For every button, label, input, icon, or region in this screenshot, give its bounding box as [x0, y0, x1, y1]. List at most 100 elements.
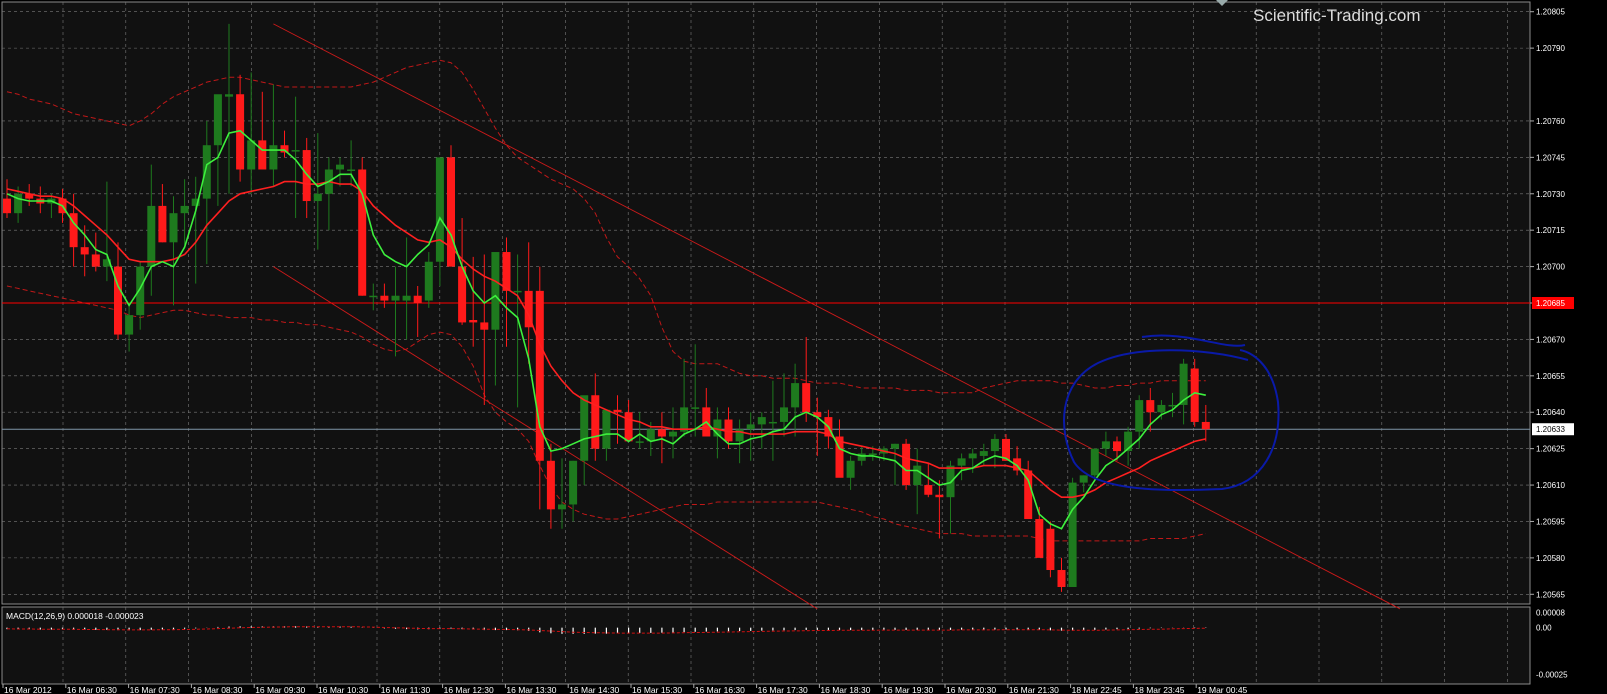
candle-body — [491, 252, 500, 330]
candle-body — [369, 295, 378, 298]
candle[interactable] — [1068, 477, 1077, 588]
candle-body — [990, 438, 999, 452]
time-tick-label: 16 Mar 11:30 — [381, 685, 431, 694]
macd-tick-label: 0.00 — [1536, 624, 1552, 633]
candle-body — [1090, 448, 1099, 476]
candle-body — [147, 205, 156, 267]
candle-body — [868, 453, 877, 455]
time-tick-label: 16 Mar 20:30 — [946, 685, 996, 694]
candle-body — [247, 140, 256, 170]
candle-body — [979, 451, 988, 456]
price-tick-label: 1.20715 — [1536, 226, 1565, 235]
candle-body — [435, 157, 444, 262]
candle-body — [935, 494, 944, 498]
candle-body — [624, 412, 633, 442]
price-tick-label: 1.20730 — [1536, 190, 1565, 199]
price-tick-label: 1.20670 — [1536, 335, 1565, 344]
candle-body — [1135, 400, 1144, 432]
candle-body — [469, 319, 478, 323]
candle[interactable] — [902, 438, 911, 490]
time-tick-label: 16 Mar 07:30 — [130, 685, 180, 694]
candle-body — [280, 145, 289, 153]
candle-body — [1079, 475, 1088, 483]
time-tick-label: 16 Mar 2012 — [4, 685, 52, 694]
candle-body — [968, 453, 977, 459]
candle-body — [602, 409, 611, 449]
candle-body — [569, 460, 578, 505]
chart-window: 1.20805 1.20790 1.20760 1.20745 1.20730 1.207… — [0, 0, 1607, 694]
candle-body — [768, 421, 777, 424]
candle-body — [91, 254, 100, 267]
candle-body — [846, 460, 855, 478]
time-tick-label: 16 Mar 10:30 — [318, 685, 368, 694]
candle-body — [691, 407, 700, 409]
candle-body — [558, 504, 566, 510]
candle-body — [402, 295, 411, 301]
candle-body — [1101, 441, 1110, 449]
candle-body — [502, 252, 511, 291]
time-tick-label: 16 Mar 06:30 — [67, 685, 117, 694]
candle-body — [1068, 482, 1077, 588]
candle-body — [336, 164, 344, 170]
candle-body — [535, 290, 544, 461]
candle-body — [213, 94, 222, 146]
candle-body — [1057, 570, 1066, 588]
candle-body — [136, 266, 145, 316]
candle-body — [291, 150, 300, 152]
time-tick-label: 16 Mar 09:30 — [255, 685, 305, 694]
candle-body — [635, 441, 644, 443]
candle-body — [902, 443, 911, 486]
candle-body — [180, 205, 189, 214]
candle-body — [669, 431, 677, 437]
time-tick-label: 16 Mar 18:30 — [820, 685, 870, 694]
price-marker-label: 1.20633 — [1536, 425, 1565, 434]
candle[interactable] — [1046, 521, 1055, 578]
price-tick-label: 1.20700 — [1536, 263, 1565, 272]
time-tick-label: 16 Mar 08:30 — [192, 685, 242, 694]
candle[interactable] — [358, 157, 367, 296]
candle-body — [757, 417, 766, 425]
candle-body — [3, 198, 11, 214]
candle-body — [80, 247, 89, 255]
macd-tick-label: -0.00025 — [1536, 671, 1568, 680]
candle-body — [913, 465, 922, 486]
time-tick-label: 16 Mar 16:30 — [695, 685, 745, 694]
candle-body — [1035, 519, 1044, 558]
candle-body — [1113, 441, 1121, 452]
price-tick-label: 1.20580 — [1536, 554, 1565, 563]
candle-body — [225, 94, 233, 97]
price-tick-label: 1.20655 — [1536, 372, 1565, 381]
candle-body — [657, 429, 666, 437]
candle-body — [802, 383, 811, 413]
candle-body — [746, 424, 755, 430]
candle-body — [413, 295, 422, 303]
candle-body — [258, 140, 267, 170]
candle-body — [924, 485, 933, 495]
price-tick-label: 1.20805 — [1536, 8, 1565, 17]
candle-body — [202, 145, 211, 199]
watermark: Scientific-Trading.com — [1253, 6, 1421, 25]
candle-body — [780, 407, 788, 422]
candle-body — [391, 295, 400, 301]
candle-body — [613, 409, 622, 413]
time-tick-label: 16 Mar 21:30 — [1009, 685, 1059, 694]
macd-pane[interactable] — [1, 606, 1531, 685]
candle-body — [1201, 421, 1210, 430]
candle-body — [347, 169, 356, 171]
candle-body — [302, 150, 311, 202]
candle-body — [269, 145, 278, 170]
price-tick-label: 1.20760 — [1536, 117, 1565, 126]
candle-body — [946, 465, 955, 498]
macd-label: MACD(12,26,9) 0.000018 -0.000023 — [6, 611, 144, 621]
candle-body — [313, 193, 322, 202]
time-tick-label: 16 Mar 14:30 — [569, 685, 619, 694]
price-tick-label: 1.20565 — [1536, 590, 1565, 599]
time-tick-label: 16 Mar 17:30 — [758, 685, 808, 694]
chart-canvas[interactable]: 1.20805 1.20790 1.20760 1.20745 1.20730 1.207… — [0, 0, 1607, 694]
candle-body — [580, 395, 589, 461]
price-tick-label: 1.20790 — [1536, 44, 1565, 53]
candle-body — [1046, 528, 1055, 571]
candle-body — [791, 383, 800, 408]
time-tick-label: 16 Mar 12:30 — [444, 685, 494, 694]
price-tick-label: 1.20610 — [1536, 481, 1565, 490]
